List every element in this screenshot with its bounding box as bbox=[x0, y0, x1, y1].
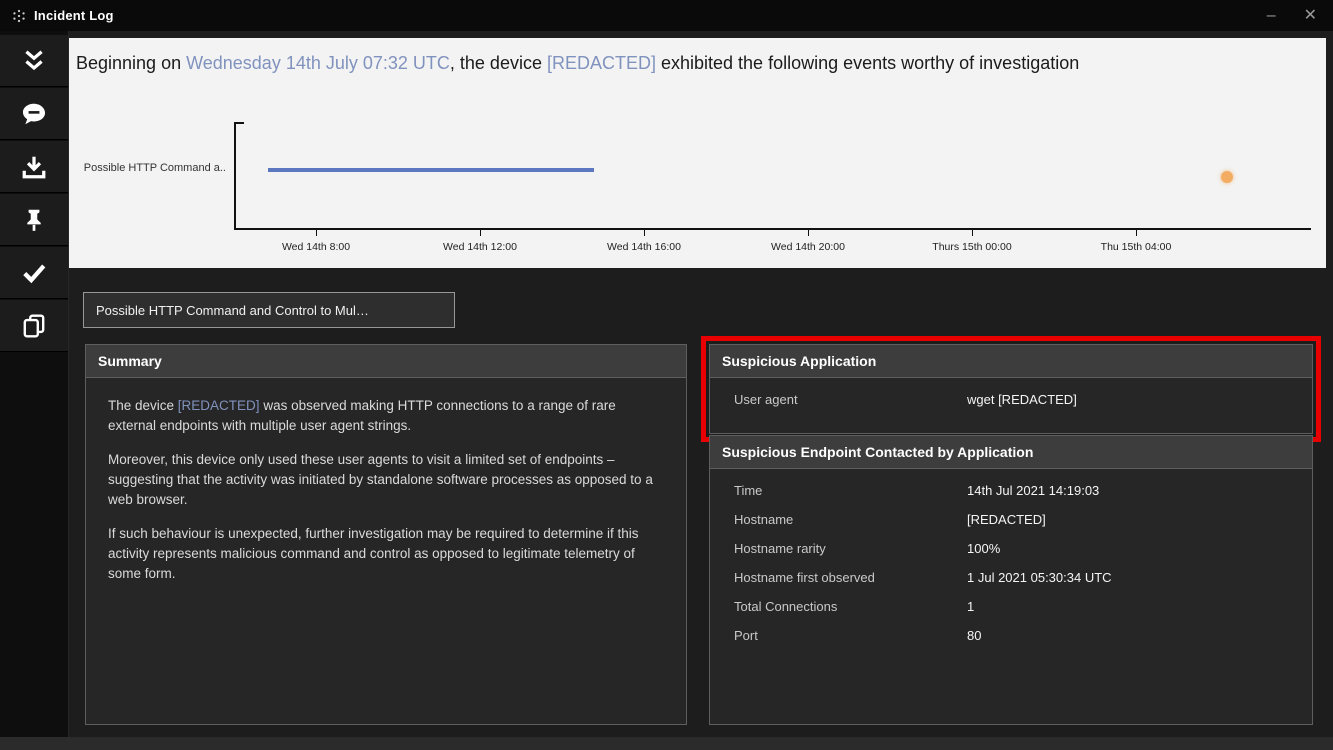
suspicious-endpoint-header: Suspicious Endpoint Contacted by Applica… bbox=[710, 436, 1312, 469]
event-dot-endpoint-contact[interactable] bbox=[1221, 171, 1233, 183]
suspicious-application-panel: Suspicious Application User agent wget [… bbox=[701, 336, 1321, 442]
kv-label: Hostname bbox=[734, 512, 794, 527]
summary-paragraph-1: The device [REDACTED] was observed makin… bbox=[108, 398, 616, 433]
suspicious-application-title: Suspicious Application bbox=[722, 353, 877, 369]
x-tick-label: Wed 14th 8:00 bbox=[281, 241, 351, 253]
kv-label: Hostname rarity bbox=[734, 541, 826, 556]
kv-label: Total Connections bbox=[734, 599, 838, 614]
tab-label: Possible HTTP Command and Control to Mul… bbox=[96, 302, 369, 318]
incident-header-panel: Beginning on Wednesday 14th July 07:32 U… bbox=[69, 38, 1326, 268]
kv-row-total-connections: Total Connections 1 bbox=[710, 599, 1312, 628]
suspicious-application-header: Suspicious Application bbox=[710, 345, 1312, 378]
sidebar bbox=[0, 31, 69, 750]
summary-panel: Summary The device [REDACTED] was observ… bbox=[85, 344, 687, 725]
kv-label: Hostname first observed bbox=[734, 570, 875, 585]
sidebar-button-acknowledge[interactable] bbox=[0, 247, 68, 299]
sidebar-button-collapse-all[interactable] bbox=[0, 35, 68, 87]
double-chevron-down-icon bbox=[25, 50, 43, 70]
window-controls: – ✕ bbox=[1263, 6, 1321, 26]
kv-row-user-agent: User agent wget [REDACTED] bbox=[710, 392, 1312, 421]
kv-label: User agent bbox=[734, 392, 798, 407]
copy-icon bbox=[23, 314, 45, 337]
kv-value: wget [REDACTED] bbox=[967, 392, 1077, 407]
event-span-http-command[interactable] bbox=[268, 168, 594, 172]
x-tick bbox=[644, 230, 645, 236]
speech-bubble-icon bbox=[22, 103, 46, 124]
status-bar bbox=[0, 737, 1333, 750]
suspicious-application-rows: User agent wget [REDACTED] bbox=[710, 378, 1312, 433]
tab-incident-event[interactable]: Possible HTTP Command and Control to Mul… bbox=[83, 292, 455, 328]
timeline-chart: Possible HTTP Command a.. Wed 14th 8:00 … bbox=[69, 38, 1326, 268]
kv-value: 100% bbox=[967, 541, 1001, 556]
x-tick-label: Wed 14th 16:00 bbox=[607, 241, 681, 253]
chart-y-axis-tick bbox=[234, 122, 244, 124]
download-icon bbox=[22, 156, 46, 178]
suspicious-endpoint-title: Suspicious Endpoint Contacted by Applica… bbox=[722, 444, 1034, 460]
x-tick bbox=[1136, 230, 1137, 236]
sidebar-button-copy[interactable] bbox=[0, 300, 68, 352]
sidebar-button-pin[interactable] bbox=[0, 194, 68, 246]
suspicious-endpoint-panel: Suspicious Endpoint Contacted by Applica… bbox=[709, 435, 1313, 725]
kv-value: 1 bbox=[967, 599, 975, 614]
title-bar: Incident Log – ✕ bbox=[0, 0, 1333, 31]
kv-value: 80 bbox=[967, 628, 982, 643]
app-logo-icon bbox=[12, 9, 26, 23]
x-tick-label: Wed 14th 20:00 bbox=[771, 241, 845, 253]
x-tick bbox=[808, 230, 809, 236]
summary-paragraph-2: Moreover, this device only used these us… bbox=[108, 451, 653, 507]
summary-title: Summary bbox=[98, 353, 162, 369]
summary-body: The device [REDACTED] was observed makin… bbox=[86, 378, 686, 584]
main-area: Beginning on Wednesday 14th July 07:32 U… bbox=[69, 31, 1333, 750]
incident-log-window: Incident Log – ✕ Beginning on Wednesday … bbox=[0, 0, 1333, 750]
summary-device: [REDACTED] bbox=[177, 398, 260, 413]
x-tick-label: Thu 15th 04:00 bbox=[1100, 241, 1172, 253]
close-button[interactable]: ✕ bbox=[1300, 6, 1321, 26]
x-tick bbox=[316, 230, 317, 236]
sidebar-button-download[interactable] bbox=[0, 141, 68, 193]
x-tick bbox=[972, 230, 973, 236]
kv-label: Time bbox=[734, 483, 763, 498]
kv-row-hostname-first-observed: Hostname first observed 1 Jul 2021 05:30… bbox=[710, 570, 1312, 599]
kv-row-time: Time 14th Jul 2021 14:19:03 bbox=[710, 483, 1312, 512]
kv-value: 1 Jul 2021 05:30:34 UTC bbox=[967, 570, 1112, 585]
pin-icon bbox=[27, 209, 41, 231]
summary-paragraph-3: If such behaviour is unexpected, further… bbox=[108, 525, 639, 581]
kv-label: Port bbox=[734, 628, 758, 643]
x-tick-label: Wed 14th 12:00 bbox=[443, 241, 517, 253]
kv-row-hostname: Hostname [REDACTED] bbox=[710, 512, 1312, 541]
window-title: Incident Log bbox=[34, 8, 114, 23]
chart-y-axis bbox=[234, 122, 236, 229]
x-tick bbox=[480, 230, 481, 236]
suspicious-endpoint-rows: Time 14th Jul 2021 14:19:03 Hostname [RE… bbox=[710, 469, 1312, 669]
minimize-button[interactable]: – bbox=[1263, 6, 1280, 26]
kv-value: 14th Jul 2021 14:19:03 bbox=[967, 483, 1100, 498]
x-tick-label: Thurs 15th 00:00 bbox=[932, 241, 1012, 253]
summary-panel-header: Summary bbox=[86, 345, 686, 378]
chart-x-axis bbox=[234, 228, 1311, 230]
kv-value: [REDACTED] bbox=[967, 512, 1046, 527]
check-icon bbox=[23, 264, 46, 283]
kv-row-hostname-rarity: Hostname rarity 100% bbox=[710, 541, 1312, 570]
kv-row-port: Port 80 bbox=[710, 628, 1312, 657]
chart-row-label: Possible HTTP Command a.. bbox=[83, 162, 226, 174]
sidebar-button-comment[interactable] bbox=[0, 88, 68, 140]
